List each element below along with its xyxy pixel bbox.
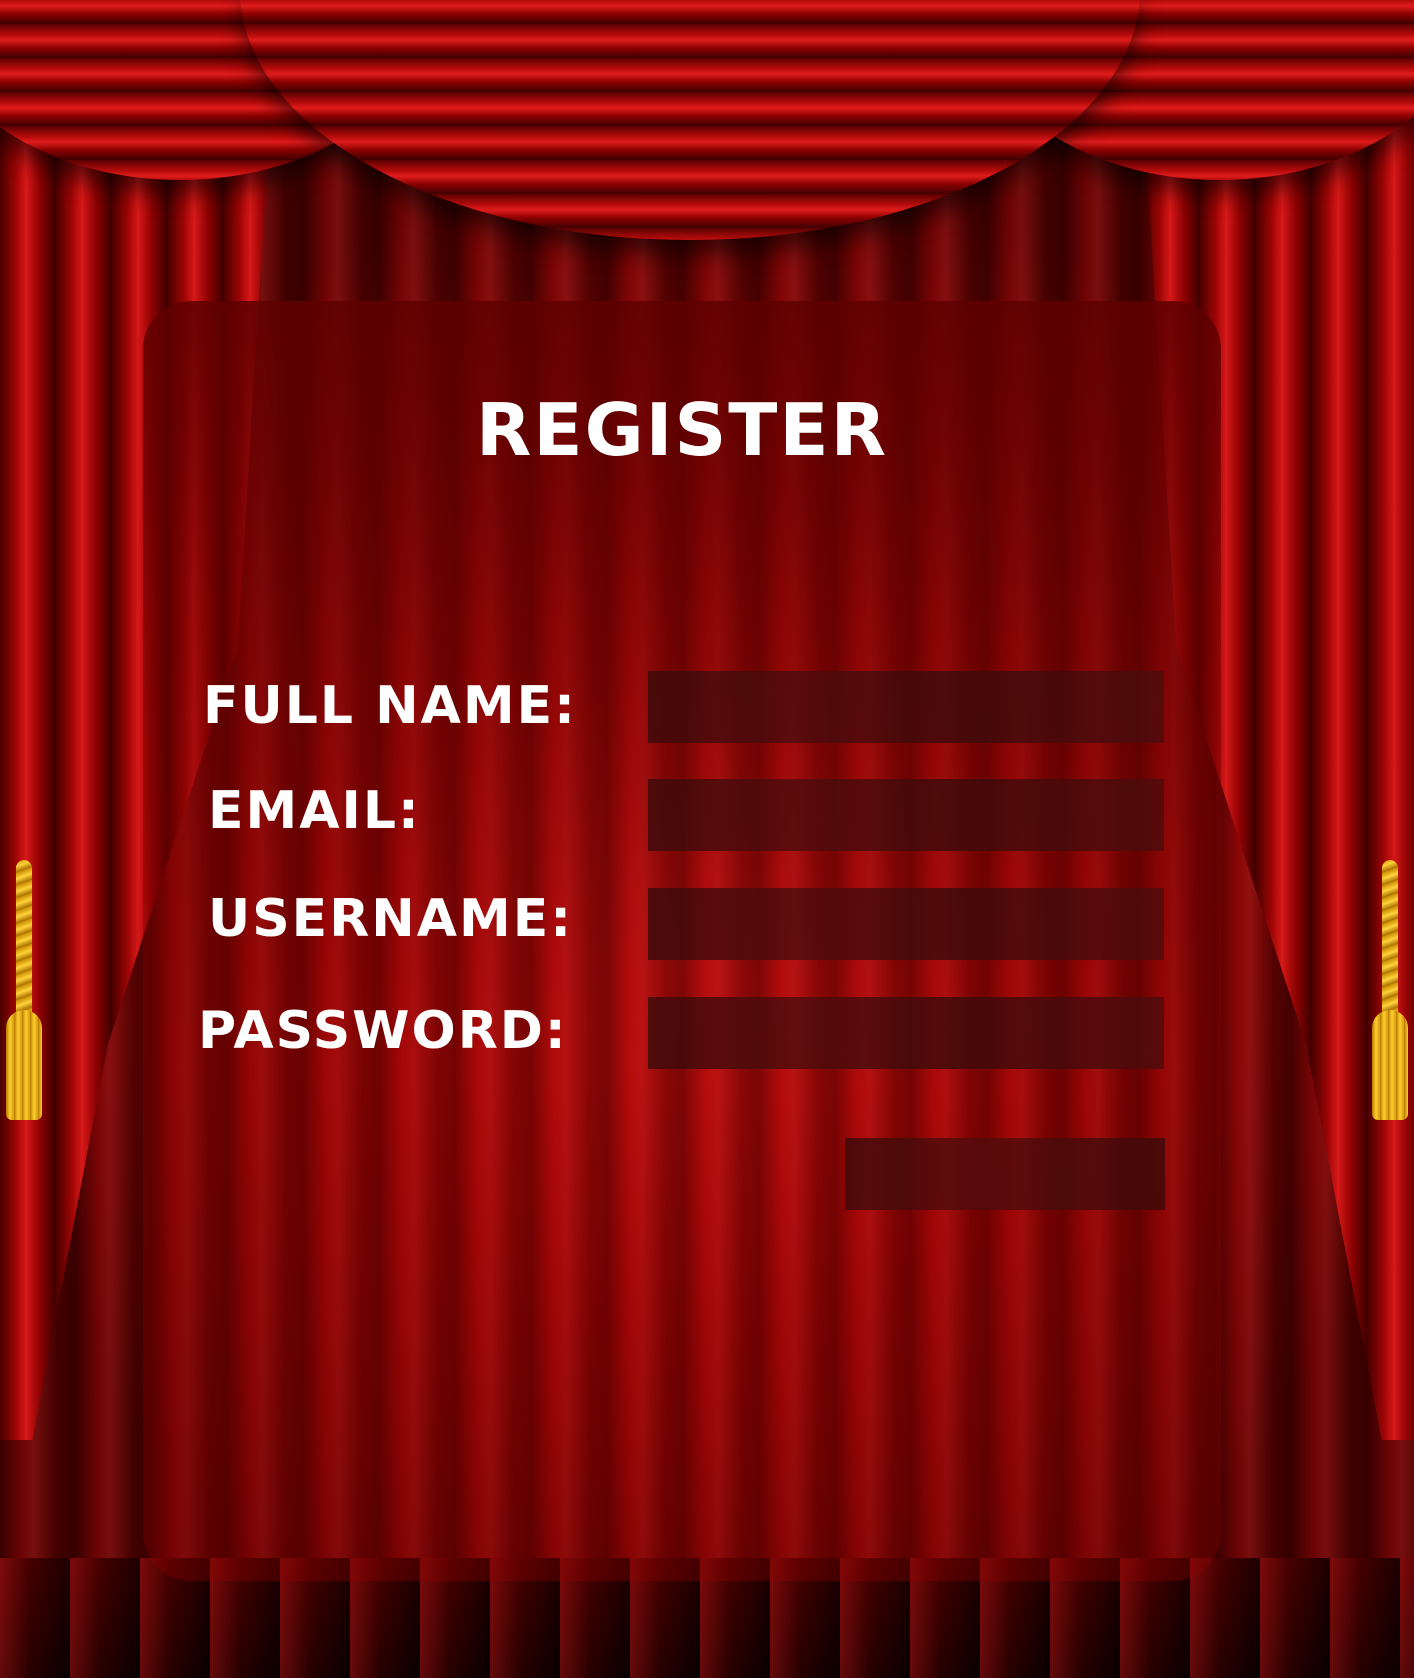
email-input[interactable]: [648, 779, 1164, 851]
username-label: USERNAME:: [208, 889, 574, 949]
tassel-head: [1372, 1010, 1408, 1120]
username-input[interactable]: [648, 888, 1164, 960]
tassel-head: [6, 1010, 42, 1120]
valance-swag-center: [240, 0, 1140, 240]
right-tassel-icon: [1344, 860, 1414, 1120]
register-submit-button[interactable]: [845, 1138, 1165, 1210]
full-name-label: FULL NAME:: [203, 676, 577, 736]
email-label: EMAIL:: [208, 781, 421, 841]
page-title: REGISTER: [475, 388, 889, 472]
password-label: PASSWORD:: [198, 1001, 568, 1061]
curtain-valance: [0, 0, 1414, 240]
tassel-rope: [16, 860, 32, 1030]
left-tassel-icon: [0, 860, 70, 1120]
full-name-input[interactable]: [648, 671, 1164, 743]
password-input[interactable]: [648, 997, 1164, 1069]
tassel-rope: [1382, 860, 1398, 1030]
